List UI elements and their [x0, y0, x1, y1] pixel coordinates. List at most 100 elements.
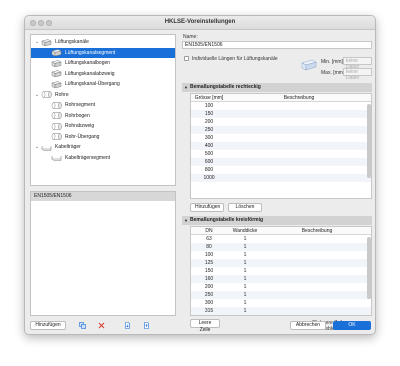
description-cell[interactable] — [263, 283, 371, 291]
description-cell[interactable] — [263, 259, 371, 267]
description-cell[interactable] — [263, 235, 371, 243]
tree-item[interactable]: Lüftungskanalabzweig — [31, 69, 175, 79]
dn-cell[interactable]: 150 — [191, 267, 227, 275]
wall-thickness-cell[interactable]: 1 — [227, 243, 263, 251]
description-cell[interactable] — [227, 142, 371, 150]
wall-thickness-cell[interactable]: 1 — [227, 275, 263, 283]
export-preset-button[interactable] — [138, 321, 154, 330]
delete-row-button[interactable]: Löschen — [228, 203, 262, 212]
tree-item[interactable]: Rohr-Übergang — [31, 132, 175, 142]
dn-cell[interactable]: 250 — [191, 291, 227, 299]
wall-thickness-cell[interactable]: 1 — [227, 251, 263, 259]
tree-item[interactable]: Lüftungskanalbogen — [31, 58, 175, 68]
wall-thickness-cell[interactable]: 1 — [227, 235, 263, 243]
ok-button[interactable]: OK — [333, 321, 371, 330]
rect-dimension-table[interactable]: Grösse [mm] Beschreibung 100 150 200 250 300… — [190, 93, 372, 199]
max-input[interactable]: keine Daten — [343, 68, 372, 81]
table-row[interactable]: 300 — [191, 134, 371, 142]
table-row[interactable]: 150 1 — [191, 267, 371, 275]
preset-list[interactable]: EN1505/EN1506 — [30, 191, 176, 316]
table-row[interactable]: 150 — [191, 110, 371, 118]
tree-item[interactable]: Rohrbogen — [31, 111, 175, 121]
name-input[interactable]: EN1505/EN1506 — [182, 41, 372, 49]
description-cell[interactable] — [263, 299, 371, 307]
table-row[interactable]: 125 1 — [191, 259, 371, 267]
column-header-description[interactable]: Beschreibung — [263, 227, 371, 234]
column-header-wall-thickness[interactable]: Wanddicke — [227, 227, 263, 234]
description-cell[interactable] — [263, 267, 371, 275]
dn-cell[interactable]: 63 — [191, 235, 227, 243]
description-cell[interactable] — [263, 243, 371, 251]
tree-item[interactable]: Kabelträgersegment — [31, 153, 175, 163]
column-header-dn[interactable]: DN — [191, 227, 227, 234]
size-cell[interactable]: 100 — [191, 102, 227, 110]
table-row[interactable]: 300 1 — [191, 299, 371, 307]
table-row[interactable]: 80 1 — [191, 243, 371, 251]
tree-item[interactable]: Rohrabzweig — [31, 121, 175, 131]
dn-cell[interactable]: 200 — [191, 283, 227, 291]
dn-cell[interactable]: 315 — [191, 307, 227, 315]
table-row[interactable]: 600 — [191, 158, 371, 166]
duplicate-preset-button[interactable] — [74, 321, 90, 330]
category-tree[interactable]: ⌄ Lüftungskanäle Lüftungskanalsegment Lüftu… — [30, 34, 176, 186]
tree-item[interactable]: Lüftungskanal-Übergang — [31, 79, 175, 89]
table-row[interactable]: 800 — [191, 166, 371, 174]
rect-table-scrollbar[interactable] — [367, 104, 371, 178]
add-row-button[interactable]: Hinzufügen — [190, 203, 224, 212]
table-row[interactable]: 315 1 — [191, 307, 371, 315]
wall-thickness-cell[interactable]: 1 — [227, 307, 263, 315]
wall-thickness-cell[interactable]: 1 — [227, 259, 263, 267]
table-row[interactable]: 250 — [191, 126, 371, 134]
table-row[interactable]: 100 — [191, 102, 371, 110]
table-row[interactable]: 200 — [191, 118, 371, 126]
description-cell[interactable] — [227, 118, 371, 126]
tree-item[interactable]: ⌄ Kabelträger — [31, 142, 175, 152]
individual-lengths-checkbox[interactable] — [184, 56, 189, 61]
table-row[interactable]: 400 — [191, 142, 371, 150]
description-cell[interactable] — [227, 166, 371, 174]
rect-table-header[interactable]: ▼ Bemaßungstabelle rechteckig — [182, 83, 372, 92]
size-cell[interactable]: 300 — [191, 134, 227, 142]
size-cell[interactable]: 200 — [191, 118, 227, 126]
wall-thickness-cell[interactable]: 1 — [227, 291, 263, 299]
description-cell[interactable] — [263, 251, 371, 259]
size-cell[interactable]: 150 — [191, 110, 227, 118]
empty-row-button[interactable]: Leere Zeile — [190, 319, 220, 333]
dn-cell[interactable]: 100 — [191, 251, 227, 259]
column-header-size[interactable]: Grösse [mm] — [191, 94, 227, 101]
table-row[interactable]: 100 1 — [191, 251, 371, 259]
description-cell[interactable] — [227, 150, 371, 158]
size-cell[interactable]: 250 — [191, 126, 227, 134]
add-preset-button[interactable]: Hinzufügen — [30, 321, 66, 330]
description-cell[interactable] — [227, 126, 371, 134]
size-cell[interactable]: 600 — [191, 158, 227, 166]
wall-thickness-cell[interactable]: 1 — [227, 283, 263, 291]
wall-thickness-cell[interactable]: 1 — [227, 267, 263, 275]
table-row[interactable]: 250 1 — [191, 291, 371, 299]
description-cell[interactable] — [263, 275, 371, 283]
tree-item[interactable]: ⌄ Lüftungskanäle — [31, 37, 175, 47]
round-table-scrollbar[interactable] — [367, 237, 371, 299]
size-cell[interactable]: 1000 — [191, 174, 227, 182]
table-row[interactable]: 500 — [191, 150, 371, 158]
column-header-description[interactable]: Beschreibung — [227, 94, 371, 101]
description-cell[interactable] — [227, 102, 371, 110]
cancel-button[interactable]: Abbrechen — [290, 321, 326, 330]
dn-cell[interactable]: 160 — [191, 275, 227, 283]
table-row[interactable]: 200 1 — [191, 283, 371, 291]
size-cell[interactable]: 500 — [191, 150, 227, 158]
description-cell[interactable] — [227, 174, 371, 182]
wall-thickness-cell[interactable]: 1 — [227, 299, 263, 307]
chevron-down-icon[interactable]: ⌄ — [33, 92, 41, 98]
chevron-down-icon[interactable]: ⌄ — [33, 144, 41, 150]
description-cell[interactable] — [227, 158, 371, 166]
dn-cell[interactable]: 300 — [191, 299, 227, 307]
description-cell[interactable] — [227, 110, 371, 118]
round-dimension-table[interactable]: DN Wanddicke Beschreibung 63 1 80 1 100 1 125 1… — [190, 226, 372, 316]
description-cell[interactable] — [263, 307, 371, 315]
round-table-header[interactable]: ▼ Bemaßungstabelle kreisförmig — [182, 216, 372, 225]
tree-item[interactable]: Lüftungskanalsegment — [31, 47, 175, 58]
tree-item[interactable]: ⌄ Rohre — [31, 90, 175, 100]
chevron-down-icon[interactable]: ⌄ — [33, 39, 41, 45]
description-cell[interactable] — [227, 134, 371, 142]
